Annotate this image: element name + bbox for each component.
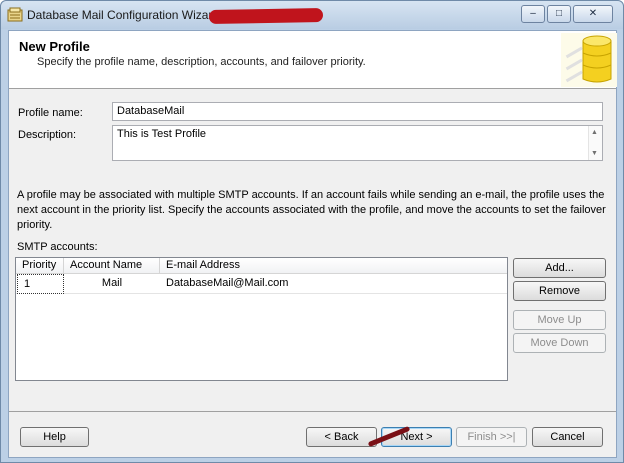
description-label: Description:	[18, 129, 77, 141]
description-text: This is Test Profile	[117, 128, 207, 140]
help-button[interactable]: Help	[20, 427, 89, 447]
scroll-down-icon[interactable]: ▼	[591, 150, 598, 157]
column-header-account-name[interactable]: Account Name	[64, 258, 160, 274]
cell-account-name[interactable]: Mail	[64, 274, 160, 294]
cancel-button[interactable]: Cancel	[532, 427, 603, 447]
remove-button[interactable]: Remove	[513, 281, 606, 301]
move-up-button[interactable]: Move Up	[513, 310, 606, 330]
footer-divider	[9, 411, 616, 412]
column-header-email[interactable]: E-mail Address	[160, 258, 507, 274]
description-input[interactable]: This is Test Profile ▲ ▼	[112, 125, 603, 161]
profile-name-input[interactable]: DatabaseMail	[112, 102, 603, 121]
title-bar[interactable]: Database Mail Configuration Wizard – □ ✕	[1, 1, 623, 29]
smtp-accounts-label: SMTP accounts:	[17, 241, 98, 253]
window-title: Database Mail Configuration Wizard	[27, 8, 220, 22]
scroll-up-icon[interactable]: ▲	[591, 129, 598, 136]
page-title: New Profile	[19, 39, 90, 54]
grid-header: Priority Account Name E-mail Address	[16, 258, 507, 274]
redaction-mark	[208, 8, 324, 24]
table-row[interactable]: 1 Mail DatabaseMail@Mail.com	[16, 274, 507, 294]
wizard-header: New Profile Specify the profile name, de…	[9, 31, 617, 89]
move-down-button[interactable]: Move Down	[513, 333, 606, 353]
finish-button[interactable]: Finish >>|	[456, 427, 527, 447]
back-button[interactable]: < Back	[306, 427, 377, 447]
description-scrollbar[interactable]: ▲ ▼	[588, 126, 602, 160]
cell-priority[interactable]: 1	[17, 274, 64, 294]
wizard-client-area: New Profile Specify the profile name, de…	[8, 30, 617, 458]
cell-email[interactable]: DatabaseMail@Mail.com	[166, 274, 496, 294]
smtp-accounts-grid[interactable]: Priority Account Name E-mail Address 1 M…	[15, 257, 508, 381]
maximize-button[interactable]: □	[547, 5, 571, 23]
page-subtitle: Specify the profile name, description, a…	[37, 56, 366, 68]
app-icon	[7, 7, 23, 22]
minimize-button[interactable]: –	[521, 5, 545, 23]
close-button[interactable]: ✕	[573, 5, 613, 23]
wizard-window: Database Mail Configuration Wizard – □ ✕…	[0, 0, 624, 463]
database-icon	[561, 33, 617, 87]
column-header-priority[interactable]: Priority	[16, 258, 64, 274]
add-button[interactable]: Add...	[513, 258, 606, 278]
profile-name-label: Profile name:	[18, 107, 83, 119]
info-text: A profile may be associated with multipl…	[17, 189, 606, 231]
